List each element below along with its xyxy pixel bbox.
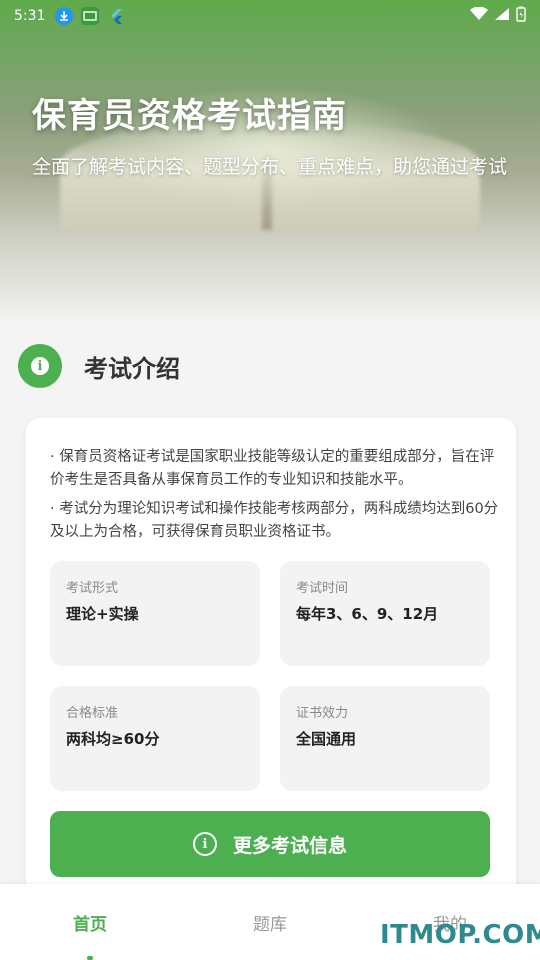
page-subtitle: 全面了解考试内容、题型分布、重点难点，助您通过考试 [32, 156, 508, 178]
app-badge-icon [81, 7, 100, 25]
intro-paragraph: · 考试分为理论知识考试和操作技能考核两部分，两科成绩均达到60分及以上为合格，… [50, 501, 499, 540]
tile-value: 理论+实操 [66, 605, 139, 623]
tile-value: 全国通用 [296, 730, 357, 748]
info-icon: i [192, 832, 217, 856]
wifi-icon [470, 6, 488, 25]
hero-banner: 5:31 保育员资格考试指南 全面了解考试内容、题型分布、重点难点，助您通过考试 [0, 0, 540, 318]
tile-value: 每年3、6、9、12月 [296, 605, 439, 623]
signal-icon [494, 7, 510, 25]
status-right [470, 6, 526, 26]
tile-value: 两科均≥60分 [66, 730, 160, 748]
tile-label: 证书效力 [296, 706, 349, 721]
more-exam-info-label: 更多考试信息 [232, 834, 347, 857]
intro-card: · 保育员资格证考试是国家职业技能等级认定的重要组成部分，旨在评价考生是否具备从… [26, 418, 516, 938]
tab-question-bank[interactable]: 题库 [230, 910, 310, 935]
tile-label: 合格标准 [66, 706, 119, 721]
battery-icon [516, 6, 526, 26]
status-bar: 5:31 [0, 0, 540, 32]
tile-label: 考试形式 [66, 581, 119, 596]
flutter-icon [107, 7, 125, 25]
info-tile-certificate-validity: 证书效力 全国通用 [280, 686, 490, 791]
active-tab-indicator [87, 956, 93, 960]
info-tile-exam-time: 考试时间 每年3、6、9、12月 [280, 561, 490, 666]
info-icon: i [18, 344, 62, 388]
section-title: 考试介绍 [84, 354, 180, 383]
download-icon [55, 7, 74, 25]
section-header: i 考试介绍 [18, 344, 180, 388]
tab-home[interactable]: 首页 [50, 910, 130, 935]
info-tile-exam-format: 考试形式 理论+实操 [50, 561, 260, 666]
more-exam-info-button[interactable]: i 更多考试信息 [50, 811, 490, 877]
watermark: ITMOP.COM [380, 920, 540, 950]
page-title: 保育员资格考试指南 [32, 96, 347, 136]
status-time: 5:31 [14, 8, 46, 24]
intro-paragraph: · 保育员资格证考试是国家职业技能等级认定的重要组成部分，旨在评价考生是否具备从… [50, 449, 495, 488]
info-tile-pass-standard: 合格标准 两科均≥60分 [50, 686, 260, 791]
tile-label: 考试时间 [296, 581, 349, 596]
